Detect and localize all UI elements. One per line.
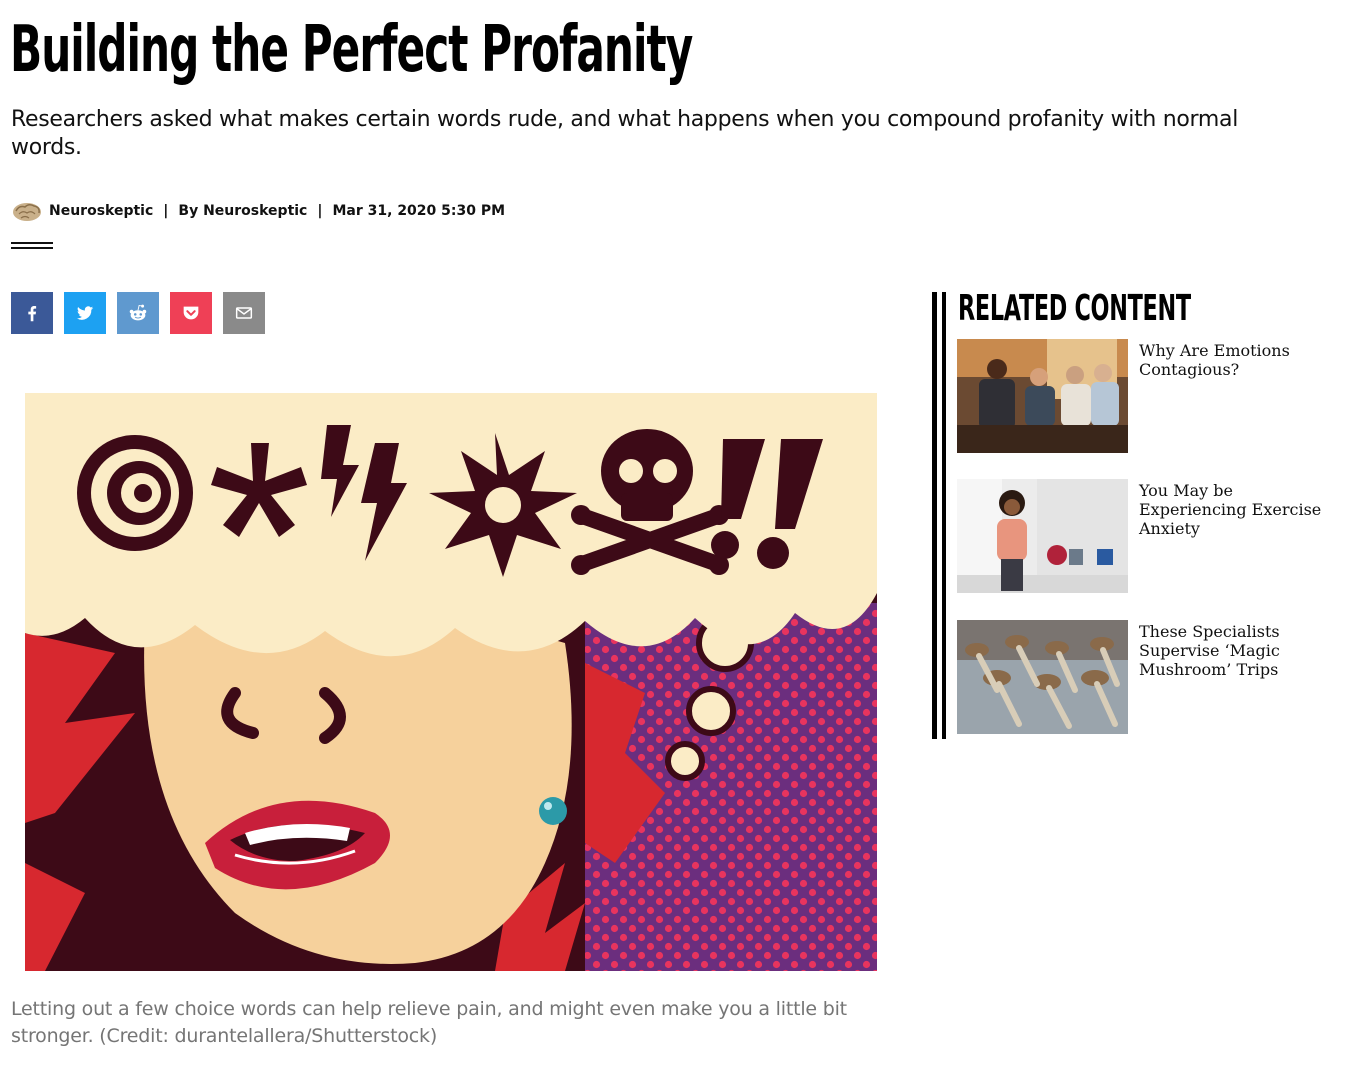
related-item[interactable]: Why Are Emotions Contagious? (957, 339, 1337, 453)
related-accent-bar (932, 292, 946, 739)
article-dek: Researchers asked what makes certain wor… (11, 107, 1239, 160)
share-pocket-button[interactable] (170, 292, 212, 334)
byline-date: Mar 31, 2020 5:30 PM (332, 203, 506, 219)
related-item-title[interactable]: You May be Experiencing Exercise Anxiety (1139, 481, 1329, 538)
related-content: RELATED CONTENT Why Are Emotions Contagi… (932, 288, 1332, 739)
hero-image (25, 393, 877, 971)
share-facebook-button[interactable] (11, 292, 53, 334)
pocket-icon (183, 306, 199, 320)
related-item-title[interactable]: These Specialists Supervise ‘Magic Mushr… (1139, 622, 1329, 679)
share-twitter-button[interactable] (64, 292, 106, 334)
related-title: RELATED CONTENT (958, 288, 1191, 329)
byline: Neuroskeptic | By Neuroskeptic | Mar 31,… (11, 197, 505, 225)
byline-separator: | (163, 203, 169, 219)
related-thumbnail (957, 479, 1128, 593)
share-reddit-button[interactable] (117, 292, 159, 334)
related-item[interactable]: These Specialists Supervise ‘Magic Mushr… (957, 620, 1337, 734)
share-email-button[interactable] (223, 292, 265, 334)
byline-separator: | (317, 203, 323, 219)
author-avatar-icon[interactable] (11, 199, 43, 223)
facebook-icon (28, 306, 37, 322)
reddit-icon (129, 304, 147, 321)
article-headline: Building the Perfect Profanity (10, 13, 693, 87)
byline-divider (11, 242, 53, 249)
related-thumbnail (957, 339, 1128, 453)
related-item[interactable]: You May be Experiencing Exercise Anxiety (957, 479, 1337, 593)
email-icon (235, 307, 253, 319)
hero-caption: Letting out a few choice words can help … (11, 998, 847, 1047)
related-thumbnail (957, 620, 1128, 734)
byline-author[interactable]: By Neuroskeptic (178, 203, 307, 219)
twitter-icon (76, 306, 94, 320)
byline-blog-link[interactable]: Neuroskeptic (49, 203, 153, 219)
share-bar (11, 292, 265, 334)
related-item-title[interactable]: Why Are Emotions Contagious? (1139, 341, 1329, 379)
